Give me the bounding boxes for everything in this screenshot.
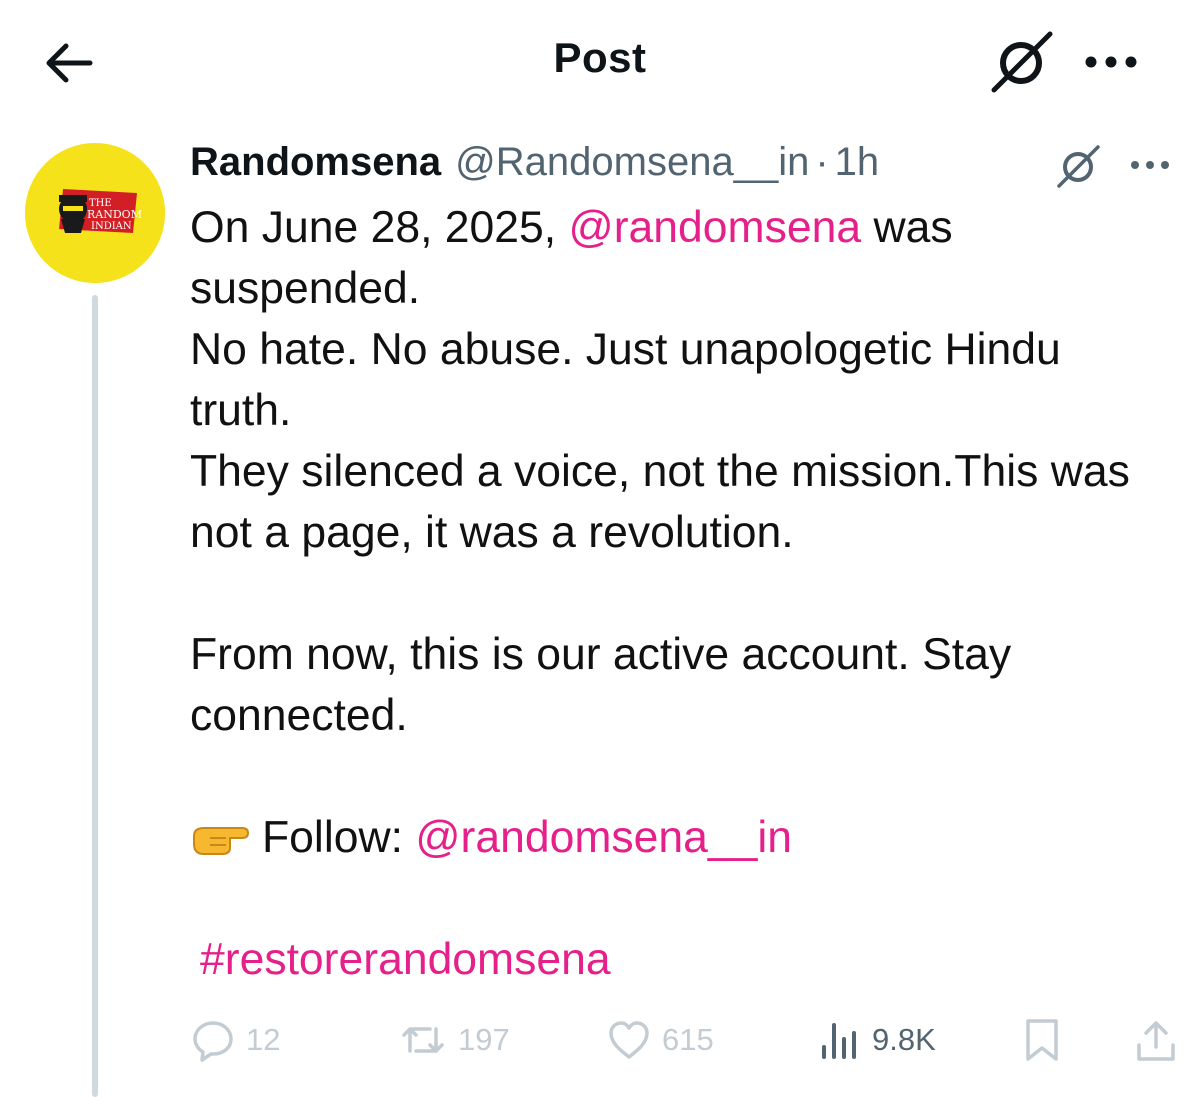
post-line: They silenced a voice, not the mission.T… [190, 447, 1130, 557]
heart-icon [609, 1021, 649, 1059]
reply-icon [193, 1021, 233, 1062]
post-author-row: Randomsena @Randomsena__in · 1h [190, 140, 879, 190]
like-count: 615 [662, 1022, 714, 1057]
more-options-button[interactable] [1082, 50, 1140, 74]
post-text: On June 28, 2025, @randomsena was suspen… [190, 197, 1150, 990]
hashtag-link[interactable]: #restorerandomsena [200, 935, 611, 984]
post-timestamp[interactable]: 1h [835, 140, 880, 185]
post-grok-button[interactable] [1054, 143, 1104, 189]
post-more-button[interactable] [1128, 156, 1172, 174]
post-line: No hate. No abuse. Just unapologetic Hin… [190, 325, 1061, 435]
grok-button[interactable] [988, 30, 1058, 94]
views-count: 9.8K [872, 1022, 936, 1057]
reply-count: 12 [246, 1022, 281, 1057]
grok-icon [991, 31, 1053, 93]
separator-dot: · [815, 140, 829, 184]
avatar[interactable]: THE RANDOM INDIAN [25, 143, 165, 283]
pointing-right-hand-icon [193, 827, 250, 855]
follow-line: Follow: @randomsena__in [190, 807, 1150, 868]
thread-line [92, 295, 98, 1097]
share-icon [1137, 1021, 1175, 1061]
mention-link[interactable]: @randomsena [569, 203, 862, 252]
text-span: On June 28, 2025, [190, 203, 569, 252]
post-line: On June 28, 2025, @randomsena was suspen… [190, 197, 1150, 319]
more-horizontal-icon [1085, 56, 1137, 68]
repost-count: 197 [458, 1022, 510, 1057]
bookmark-button[interactable] [1022, 1010, 1062, 1070]
follow-mention-link[interactable]: @randomsena__in [415, 813, 792, 862]
post-line: From now, this is our active account. St… [190, 630, 1012, 740]
follow-label: Follow: [262, 813, 416, 862]
top-bar: Post [0, 0, 1200, 120]
reply-button[interactable]: 12 [190, 1010, 280, 1070]
repost-button[interactable]: 197 [398, 1010, 510, 1070]
bookmark-icon [1026, 1019, 1058, 1061]
author-display-name[interactable]: Randomsena [190, 140, 441, 185]
grok-icon [1057, 145, 1100, 188]
views-button[interactable]: 9.8K [818, 1010, 936, 1070]
post-actions: 12 197 615 9.8K [190, 1010, 1180, 1070]
avatar-label-2: RANDOM [87, 208, 142, 221]
repost-icon [402, 1027, 444, 1053]
avatar-label-3: INDIAN [91, 221, 132, 232]
more-horizontal-icon [1131, 161, 1169, 169]
random-indian-logo: THE RANDOM INDIAN [25, 143, 165, 283]
like-button[interactable]: 615 [606, 1010, 714, 1070]
views-chart-icon [822, 1023, 856, 1059]
share-button[interactable] [1134, 1010, 1178, 1070]
hashtag-line: #restorerandomsena [190, 929, 1150, 990]
author-handle[interactable]: @Randomsena__in [455, 140, 809, 185]
